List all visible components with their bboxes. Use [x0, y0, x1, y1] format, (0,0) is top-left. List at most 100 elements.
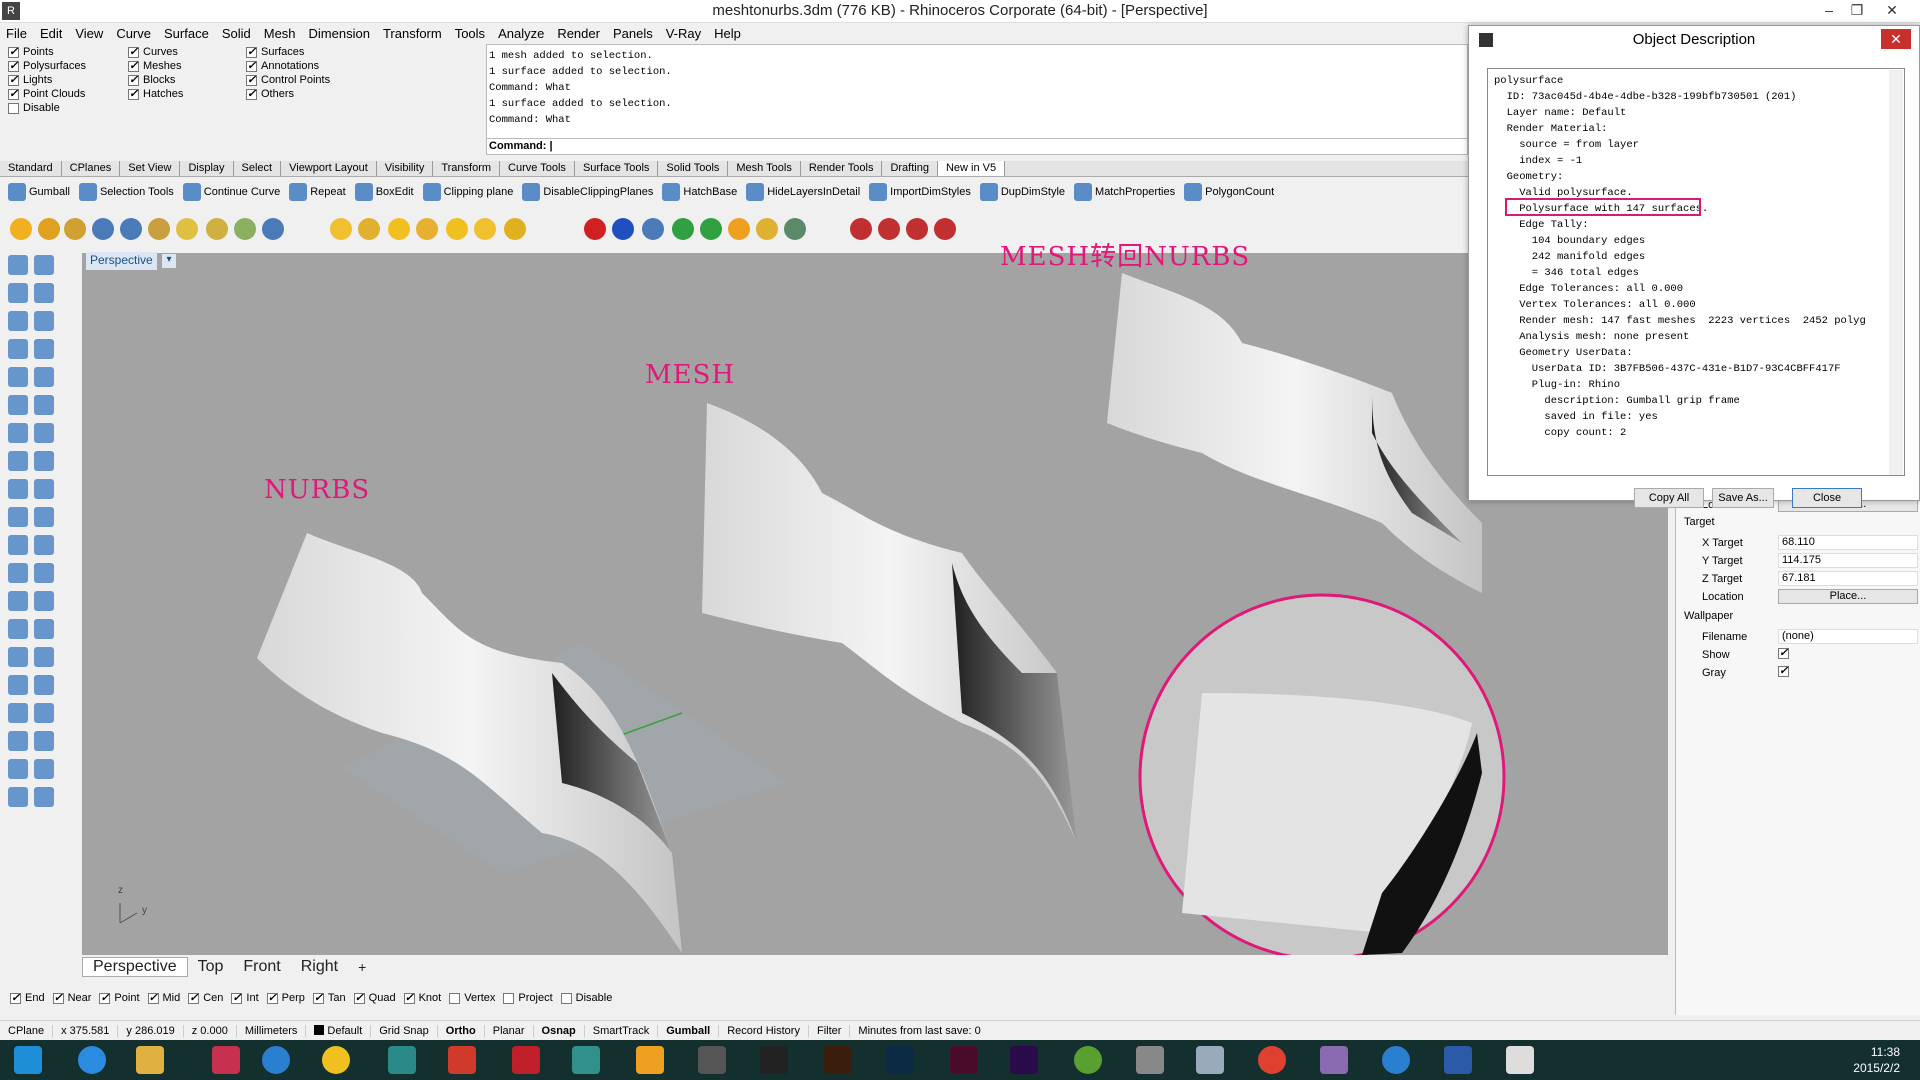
left-tool-icon-22[interactable] [8, 563, 28, 583]
viewport-tab-top[interactable]: Top [188, 958, 234, 976]
filter-checkbox[interactable] [8, 59, 19, 72]
rhino-taskbar-icon[interactable] [1506, 1046, 1534, 1074]
toolbar-icon-21[interactable] [700, 218, 722, 240]
osnap-quad[interactable]: Quad [353, 991, 396, 1004]
filter-blocks[interactable]: Blocks [128, 73, 175, 86]
status-layer[interactable]: Default [306, 1024, 372, 1037]
tab-cplanes[interactable]: CPlanes [62, 161, 121, 176]
photoshop-icon[interactable] [886, 1046, 914, 1074]
toolbar-selection-tools[interactable]: Selection Tools [78, 183, 174, 201]
osnap-checkbox[interactable] [266, 991, 278, 1004]
left-tool-icon-0[interactable] [8, 255, 28, 275]
osnap-checkbox[interactable] [560, 992, 572, 1004]
add-viewport-tab-icon[interactable]: + [348, 959, 376, 975]
filter-checkbox[interactable] [128, 87, 139, 100]
left-tool-icon-20[interactable] [8, 535, 28, 555]
tab-curve-tools[interactable]: Curve Tools [500, 161, 575, 176]
osnap-checkbox[interactable] [503, 992, 515, 1004]
start-button-icon[interactable] [14, 1046, 42, 1074]
left-tool-icon-19[interactable] [34, 507, 54, 527]
show-checkbox[interactable] [1778, 646, 1793, 662]
left-tool-icon-18[interactable] [8, 507, 28, 527]
filter-meshes[interactable]: Meshes [128, 59, 182, 72]
zbrush-icon[interactable] [698, 1046, 726, 1074]
tab-drafting[interactable]: Drafting [882, 161, 938, 176]
dialog-close-button[interactable]: ✕ [1881, 29, 1911, 49]
viewport-tab-front[interactable]: Front [233, 958, 290, 976]
osnap-perp[interactable]: Perp [266, 991, 305, 1004]
menu-analyze[interactable]: Analyze [498, 26, 544, 41]
ie-icon[interactable] [78, 1046, 106, 1074]
left-tool-icon-27[interactable] [34, 619, 54, 639]
description-scrollbar[interactable] [1889, 70, 1903, 475]
toolbar-icon-13[interactable] [416, 218, 438, 240]
toolbar-dupdimstyle[interactable]: DupDimStyle [979, 183, 1065, 201]
left-tool-icon-23[interactable] [34, 563, 54, 583]
osnap-int[interactable]: Int [231, 991, 259, 1004]
tab-transform[interactable]: Transform [433, 161, 501, 176]
left-tool-icon-12[interactable] [8, 423, 28, 443]
left-tool-icon-6[interactable] [8, 339, 28, 359]
toolbar-matchproperties[interactable]: MatchProperties [1074, 183, 1175, 201]
osnap-checkbox[interactable] [403, 991, 415, 1004]
tab-solid-tools[interactable]: Solid Tools [658, 161, 729, 176]
dialog-ok-close-button[interactable]: Close [1792, 488, 1862, 508]
toolbar-importdimstyles[interactable]: ImportDimStyles [869, 183, 971, 201]
osnap-near[interactable]: Near [52, 991, 91, 1004]
osnap-checkbox[interactable] [231, 991, 243, 1004]
menu-render[interactable]: Render [557, 26, 600, 41]
app-icon-k2[interactable] [1382, 1046, 1410, 1074]
toolbar-icon-6[interactable] [176, 218, 198, 240]
menu-surface[interactable]: Surface [164, 26, 209, 41]
toolbar-icon-7[interactable] [206, 218, 228, 240]
toolbar-icon-12[interactable] [388, 218, 410, 240]
osnap-point[interactable]: Point [99, 991, 140, 1004]
viewport-tab-perspective[interactable]: Perspective [82, 957, 188, 977]
place-button-2[interactable]: Place... [1778, 589, 1918, 604]
toolbar-clipping-plane[interactable]: Clipping plane [422, 183, 513, 201]
toolbar-icon-5[interactable] [148, 218, 170, 240]
copy-all-button[interactable]: Copy All [1634, 488, 1704, 508]
toolbar-icon-11[interactable] [358, 218, 380, 240]
osnap-checkbox[interactable] [312, 991, 324, 1004]
menu-edit[interactable]: Edit [40, 26, 62, 41]
maya-icon[interactable] [388, 1046, 416, 1074]
p-icon[interactable] [760, 1046, 788, 1074]
command-line[interactable]: Command: | [486, 138, 1468, 155]
toolbar-icon-16[interactable] [504, 218, 526, 240]
left-tool-icon-4[interactable] [8, 311, 28, 331]
word-icon[interactable] [1444, 1046, 1472, 1074]
left-tool-icon-3[interactable] [34, 283, 54, 303]
menu-solid[interactable]: Solid [222, 26, 251, 41]
filter-hatches[interactable]: Hatches [128, 87, 183, 100]
tab-surface-tools[interactable]: Surface Tools [575, 161, 659, 176]
status-toggle-ortho[interactable]: Ortho [438, 1024, 485, 1037]
restore-button[interactable]: ❐ [1843, 0, 1871, 22]
filename-field[interactable]: (none) [1778, 629, 1918, 644]
menu-curve[interactable]: Curve [116, 26, 151, 41]
filter-surfaces[interactable]: Surfaces [246, 45, 304, 58]
tab-mesh-tools[interactable]: Mesh Tools [728, 161, 801, 176]
toolbar-icon-0[interactable] [10, 218, 32, 240]
left-tool-icon-25[interactable] [34, 591, 54, 611]
filter-others[interactable]: Others [246, 87, 294, 100]
toolbar-disableclippingplanes[interactable]: DisableClippingPlanes [522, 183, 653, 201]
osnap-cen[interactable]: Cen [188, 991, 223, 1004]
autocad-icon-1[interactable] [448, 1046, 476, 1074]
toolbar-polygoncount[interactable]: PolygonCount [1184, 183, 1274, 201]
filter-control-points[interactable]: Control Points [246, 73, 330, 86]
menu-mesh[interactable]: Mesh [264, 26, 296, 41]
toolbar-icon-2[interactable] [64, 218, 86, 240]
toolbar-icon-22[interactable] [728, 218, 750, 240]
toolbar-hidelayersindetail[interactable]: HideLayersInDetail [746, 183, 860, 201]
status-toggle-record-history[interactable]: Record History [719, 1024, 809, 1037]
wechat-icon[interactable] [1074, 1046, 1102, 1074]
toolbar-continue-curve[interactable]: Continue Curve [182, 183, 280, 201]
toolbar-icon-26[interactable] [878, 218, 900, 240]
status-units[interactable]: Millimeters [237, 1024, 307, 1037]
tab-set-view[interactable]: Set View [120, 161, 181, 176]
toolbar-icon-1[interactable] [38, 218, 60, 240]
toolbar-icon-28[interactable] [934, 218, 956, 240]
filter-lights[interactable]: Lights [8, 73, 52, 86]
toolbar-icon-10[interactable] [330, 218, 352, 240]
